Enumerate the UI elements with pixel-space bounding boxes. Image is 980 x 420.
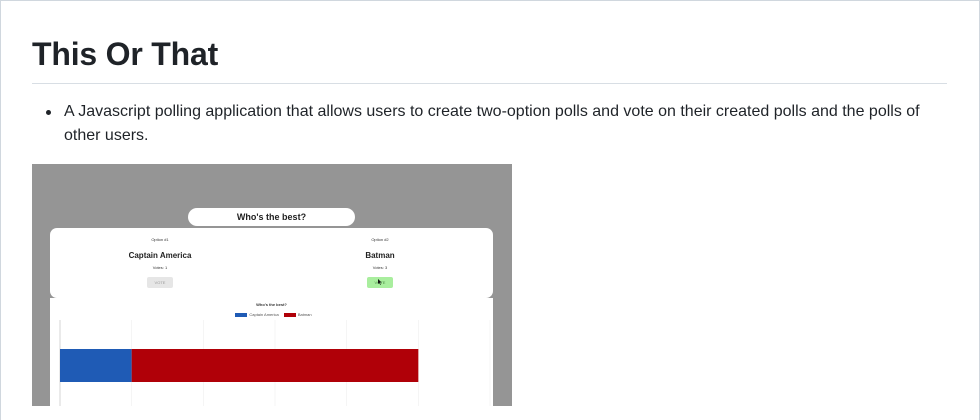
heading-divider bbox=[32, 83, 947, 84]
option-label: Option #2 bbox=[371, 237, 389, 242]
description-list: A Javascript polling application that al… bbox=[32, 100, 947, 148]
option-2: Option #2 Batman Votes: 3 VOTE bbox=[320, 228, 440, 289]
legend-label: Batman bbox=[297, 312, 312, 318]
legend-swatch bbox=[235, 313, 248, 318]
option-label: Option #1 bbox=[151, 237, 169, 242]
bar-batman bbox=[131, 349, 419, 382]
legend-label: Captain America bbox=[249, 312, 279, 318]
vote-button-option-2[interactable]: VOTE bbox=[367, 277, 393, 288]
chart-plot bbox=[59, 320, 491, 406]
chart-legend: Captain America Batman bbox=[50, 312, 493, 317]
legend-item-batman: Batman bbox=[280, 312, 312, 317]
option-1: Option #1 Captain America Votes: 1 VOTE bbox=[100, 228, 220, 289]
app-screenshot: Who's the best? Option #1 Captain Americ… bbox=[32, 164, 512, 406]
chart-title: Who's the best? bbox=[256, 302, 287, 307]
results-chart: Who's the best? Captain America Batman bbox=[50, 298, 493, 406]
description-item: A Javascript polling application that al… bbox=[32, 100, 947, 148]
legend-item-captain: Captain America bbox=[231, 312, 279, 318]
bar-captain-america bbox=[60, 349, 132, 382]
option-votes: Votes: 1 bbox=[152, 265, 168, 270]
page-title: This Or That bbox=[32, 36, 219, 72]
vote-button-option-1[interactable]: VOTE bbox=[147, 277, 173, 288]
option-name: Batman bbox=[365, 251, 395, 260]
bullet-icon bbox=[46, 110, 51, 115]
option-name: Captain America bbox=[128, 251, 192, 260]
option-votes: Votes: 3 bbox=[372, 265, 388, 270]
legend-swatch bbox=[283, 313, 296, 318]
poll-question: Who's the best? bbox=[188, 208, 355, 226]
cursor-icon bbox=[378, 279, 382, 285]
description-text: A Javascript polling application that al… bbox=[64, 103, 920, 144]
poll-card: Option #1 Captain America Votes: 1 VOTE … bbox=[50, 228, 493, 298]
